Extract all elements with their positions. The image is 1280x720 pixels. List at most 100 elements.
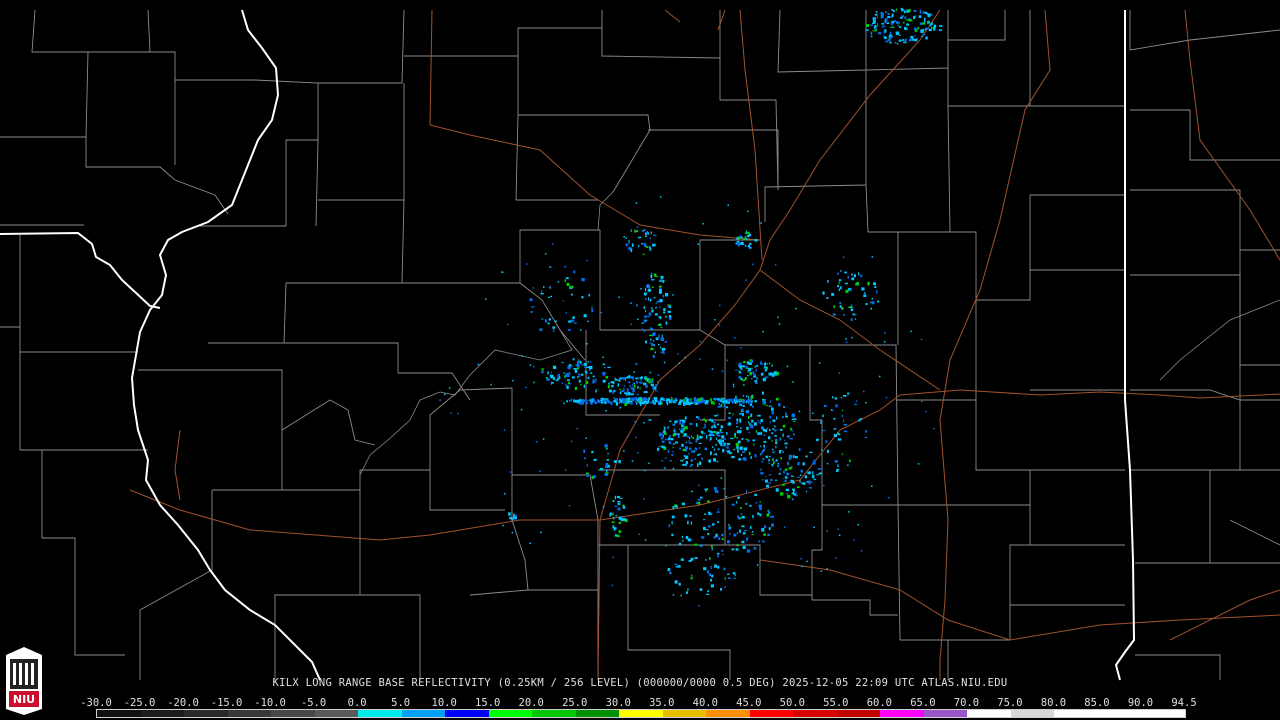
radar-echo-pixel xyxy=(572,358,575,361)
radar-echo-pixel xyxy=(647,378,651,380)
radar-echo-pixel xyxy=(762,427,764,429)
radar-echo-pixel xyxy=(912,38,915,41)
radar-echo-pixel xyxy=(697,400,700,405)
radar-echo-pixel xyxy=(709,437,712,441)
radar-echo-pixel xyxy=(761,363,764,365)
radar-echo-pixel xyxy=(606,459,610,461)
radar-echo-pixel xyxy=(580,364,584,366)
radar-echo-pixel xyxy=(762,458,765,461)
radar-echo-pixel xyxy=(762,391,764,395)
radar-echo-pixel xyxy=(605,375,609,379)
radar-echo-pixel xyxy=(785,412,787,416)
radar-echo-pixel xyxy=(705,529,709,531)
radar-echo-pixel xyxy=(757,414,761,417)
radar-echo-pixel xyxy=(763,440,767,443)
radar-echo-pixel xyxy=(561,361,564,364)
radar-echo-pixel xyxy=(678,582,681,586)
radar-echo-pixel xyxy=(710,430,712,432)
radar-echo-pixel xyxy=(665,315,667,318)
radar-echo-pixel xyxy=(820,449,823,451)
radar-echo-pixel xyxy=(607,401,610,404)
radar-echo-pixel xyxy=(806,490,808,493)
radar-echo-pixel xyxy=(702,399,706,403)
radar-echo-pixel xyxy=(913,15,916,20)
radar-echo-pixel xyxy=(682,448,686,452)
radar-echo-pixel xyxy=(698,484,700,487)
radar-echo-pixel xyxy=(561,382,563,385)
radar-echo-pixel xyxy=(682,399,685,402)
radar-echo-pixel xyxy=(592,375,595,378)
radar-echo-pixel xyxy=(684,514,688,518)
radar-echo-pixel xyxy=(716,511,720,513)
radar-echo-pixel xyxy=(705,489,707,492)
radar-echo-pixel xyxy=(887,13,890,15)
radar-echo-pixel xyxy=(766,513,770,517)
radar-echo-pixel xyxy=(671,515,675,519)
radar-echo-pixel xyxy=(640,288,642,290)
radar-echo-pixel xyxy=(648,286,651,289)
radar-echo-pixel xyxy=(816,474,820,476)
radar-echo-pixel xyxy=(525,263,528,265)
radar-echo-pixel xyxy=(749,403,752,406)
radar-echo-pixel xyxy=(656,300,660,303)
radar-echo-pixel xyxy=(777,462,780,465)
radar-echo-pixel xyxy=(692,436,695,439)
radar-echo-pixel xyxy=(723,567,726,571)
radar-echo-pixel xyxy=(536,441,538,443)
radar-echo-pixel xyxy=(594,401,598,405)
radar-echo-pixel xyxy=(531,306,535,308)
radar-echo-pixel xyxy=(775,479,777,481)
radar-echo-pixel xyxy=(567,367,571,369)
radar-echo-pixel xyxy=(788,458,792,460)
radar-echo-pixel xyxy=(733,448,735,451)
radar-echo-pixel xyxy=(630,402,633,405)
radar-echo-pixel xyxy=(775,445,777,449)
radar-echo-pixel xyxy=(835,405,838,408)
radar-echo-pixel xyxy=(573,322,577,324)
radar-echo-pixel xyxy=(705,559,707,561)
radar-echo-pixel xyxy=(595,390,597,393)
radar-echo-pixel xyxy=(651,309,654,313)
radar-echo-pixel xyxy=(614,505,618,507)
radar-echo-pixel xyxy=(749,247,752,249)
radar-echo-pixel xyxy=(501,271,504,273)
radar-echo-pixel xyxy=(653,297,656,299)
radar-echo-pixel xyxy=(689,399,692,402)
radar-echo-pixel xyxy=(559,376,561,380)
radar-echo-pixel xyxy=(938,29,942,31)
radar-echo-pixel xyxy=(822,414,824,417)
radar-echo-pixel xyxy=(618,296,620,298)
radar-echo-pixel xyxy=(847,464,849,466)
radar-echo-pixel xyxy=(542,438,545,440)
radar-echo-pixel xyxy=(876,290,878,294)
radar-echo-pixel xyxy=(813,526,815,529)
radar-echo-pixel xyxy=(751,534,754,536)
radar-echo-pixel xyxy=(648,414,650,416)
radar-echo-pixel xyxy=(818,472,822,475)
radar-echo-pixel xyxy=(762,399,765,401)
radar-echo-pixel xyxy=(718,324,721,326)
radar-echo-pixel xyxy=(791,418,794,421)
radar-echo-pixel xyxy=(672,423,676,426)
radar-echo-pixel xyxy=(584,366,587,368)
radar-echo-pixel xyxy=(673,399,676,401)
radar-echo-pixel xyxy=(660,337,665,341)
radar-echo-pixel xyxy=(833,428,837,430)
radar-echo-pixel xyxy=(611,584,614,587)
radar-echo-pixel xyxy=(739,446,743,450)
radar-echo-pixel xyxy=(871,298,874,300)
radar-echo-pixel xyxy=(703,519,706,521)
radar-echo-pixel xyxy=(626,392,630,395)
radar-echo-pixel xyxy=(904,38,907,42)
radar-echo-pixel xyxy=(649,342,652,344)
radar-echo-pixel xyxy=(874,27,878,29)
radar-echo-pixel xyxy=(649,249,651,251)
radar-echo-pixel xyxy=(564,279,566,282)
radar-echo-pixel xyxy=(578,375,581,378)
radar-echo-pixel xyxy=(621,390,625,392)
radar-echo-pixel xyxy=(579,360,582,364)
radar-echo-pixel xyxy=(723,487,726,490)
radar-echo-pixel xyxy=(663,398,666,400)
radar-echo-pixel xyxy=(734,337,736,339)
radar-echo-pixel xyxy=(568,400,572,402)
